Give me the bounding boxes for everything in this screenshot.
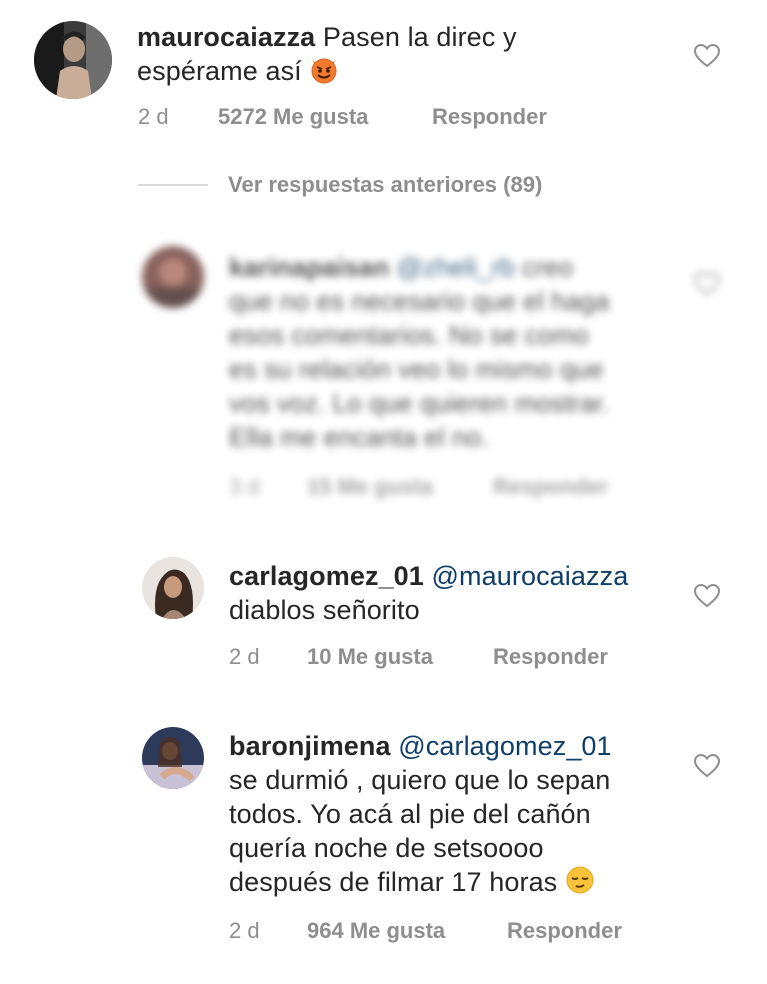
avatar[interactable] bbox=[142, 246, 204, 308]
like-heart-icon[interactable] bbox=[693, 43, 721, 68]
comment-time: 3 d bbox=[229, 474, 260, 499]
comment-text: quería noche de setsoooo bbox=[229, 833, 544, 863]
comment-mention[interactable]: @zheli_rb bbox=[397, 252, 515, 282]
comment-text: diablos señorito bbox=[229, 595, 420, 625]
comment-username[interactable]: maurocaiazza bbox=[137, 22, 315, 52]
comment-time: 2 d bbox=[229, 918, 260, 943]
reply-button[interactable]: Responder bbox=[432, 104, 547, 130]
divider-line bbox=[138, 184, 208, 186]
comment-time: 2 d bbox=[229, 644, 260, 669]
avatar[interactable] bbox=[142, 557, 204, 619]
comment-text: espérame así bbox=[137, 56, 302, 86]
likes-count[interactable]: 15 Me gusta bbox=[307, 474, 493, 500]
comment-time: 2 d bbox=[138, 104, 169, 129]
comment-username[interactable]: carlagomez_01 bbox=[229, 561, 424, 591]
likes-count[interactable]: 10 Me gusta bbox=[307, 644, 493, 670]
comment-text: que no es necesario que el haga bbox=[229, 286, 610, 316]
comment-text: creo bbox=[522, 252, 574, 282]
comment-username[interactable]: baronjimena bbox=[229, 731, 391, 761]
like-heart-icon[interactable] bbox=[693, 753, 721, 778]
relieved-face-emoji-icon bbox=[565, 865, 595, 903]
comment-text: Pasen la direc y bbox=[322, 22, 517, 52]
view-previous-replies[interactable]: Ver respuestas anteriores (89) bbox=[138, 172, 542, 198]
comment-text: es su relación veo lo mismo que bbox=[229, 354, 604, 384]
reply-button[interactable]: Responder bbox=[507, 918, 622, 944]
avatar[interactable] bbox=[142, 727, 204, 789]
smiling-devil-emoji-icon bbox=[309, 54, 339, 92]
comment-text: se durmió , quiero que lo sepan bbox=[229, 765, 611, 795]
comment-username[interactable]: karinapaisan bbox=[229, 252, 389, 282]
like-heart-icon[interactable] bbox=[693, 271, 721, 296]
comment-text: vos voz. Lo que quieren mostrar. bbox=[229, 388, 610, 418]
likes-count[interactable]: 5272 Me gusta bbox=[218, 104, 432, 130]
comment-mention[interactable]: @carlagomez_01 bbox=[398, 731, 611, 761]
comment-text: Ella me encanta el no. bbox=[229, 422, 489, 452]
like-heart-icon[interactable] bbox=[693, 583, 721, 608]
avatar[interactable] bbox=[34, 21, 112, 99]
comment-text: todos. Yo acá al pie del cañón bbox=[229, 799, 591, 829]
comment-mention[interactable]: @maurocaiazza bbox=[432, 561, 629, 591]
comment-text: después de filmar 17 horas bbox=[229, 867, 558, 897]
likes-count[interactable]: 964 Me gusta bbox=[307, 918, 507, 944]
comment-text: esos comentarios. No se como bbox=[229, 320, 589, 350]
view-previous-label[interactable]: Ver respuestas anteriores (89) bbox=[228, 172, 542, 198]
reply-button[interactable]: Responder bbox=[493, 644, 608, 670]
reply-button[interactable]: Responder bbox=[493, 474, 608, 500]
